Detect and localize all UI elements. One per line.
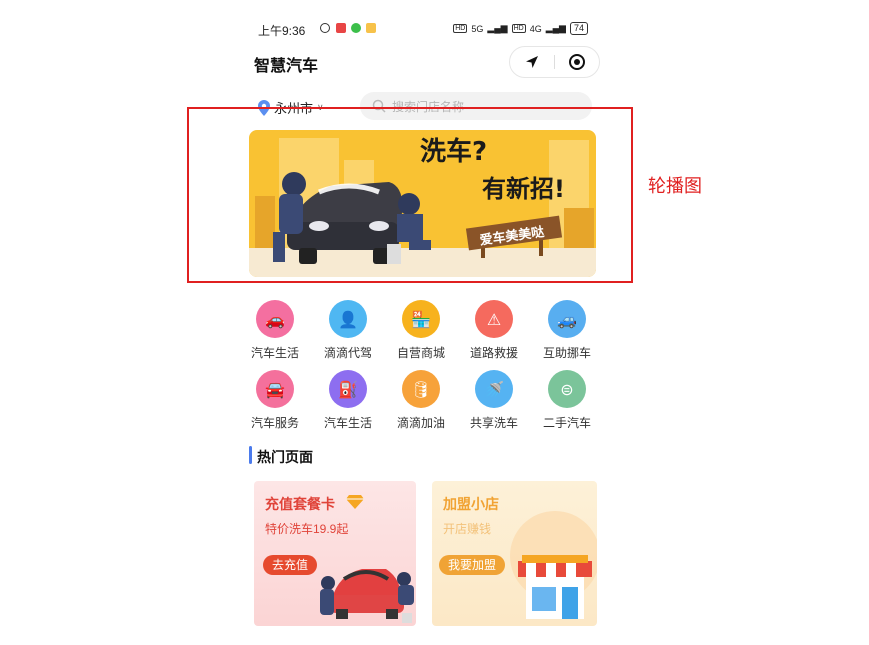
target-icon [569,54,585,70]
section-title: 热门页面 [257,449,313,465]
page-title: 智慧汽车 [254,58,319,75]
recharge-button[interactable]: 去充值 [263,555,318,575]
recharge-card-subtitle: 特价洗车19.9起 [265,522,349,536]
service-item[interactable]: 👤 滴滴代驾 [318,300,378,361]
service-glyph: 🚙 [557,309,577,329]
diamond-icon [346,495,364,509]
service-label: 二手汽车 [542,416,591,430]
service-item[interactable]: 🛢 滴滴加油 [391,370,451,431]
fuel-station-icon: ⛽ [329,370,367,408]
network-label-1: 5G [471,23,484,34]
service-glyph: ⚠ [486,309,502,329]
franchise-button[interactable]: 我要加盟 [439,555,506,575]
alarm-icon [320,23,330,33]
section-accent-bar [249,446,252,464]
service-glyph: 🚗 [265,309,285,329]
recharge-card[interactable]: 充值套餐卡 特价洗车19.9起 去充值 [254,481,416,626]
service-item[interactable]: 🏪 自营商城 [391,300,451,361]
wechat-icon [351,23,361,33]
service-label: 共享洗车 [469,416,518,430]
service-label: 滴滴代驾 [323,346,372,360]
signal-icon-2: ▂▄▆ [545,23,566,33]
service-glyph: ⊜ [560,379,574,399]
service-glyph: 🚿 [484,379,504,399]
service-glyph: ⛽ [338,379,358,399]
navigation-arrow-icon [526,56,538,68]
close-capsule-button[interactable] [555,47,599,77]
carousel-annotation-label: 轮播图 [648,176,702,196]
service-item[interactable]: ⚠ 道路救援 [464,300,524,361]
rescue-icon: ⚠ [475,300,513,338]
network-label-2: 4G [529,23,542,34]
status-time: 上午9:36 [258,24,306,38]
service-item[interactable]: 🚗 汽车生活 [245,300,305,361]
car-wash-icon: 🚿 [475,370,513,408]
mini-program-capsule [509,46,600,78]
driver-icon: 👤 [329,300,367,338]
location-arrow-button[interactable] [510,47,554,77]
service-item[interactable]: ⛽ 汽车生活 [318,370,378,431]
shop-icon: 🏪 [402,300,440,338]
service-glyph: 🚘 [265,379,285,399]
service-label: 互助挪车 [542,346,591,360]
service-glyph: 🛢 [410,379,432,399]
franchise-card-subtitle: 开店赚钱 [443,522,492,536]
notification-icon [336,23,346,33]
hd-icon-2: HD [511,24,526,33]
service-label: 滴滴加油 [396,416,445,430]
signal-icon: ▂▄▆ [487,23,508,33]
service-glyph: 👤 [338,309,358,329]
service-glyph: 🏪 [411,309,431,329]
status-bar: 上午9:36 HD 5G ▂▄▆ HD 4G ▂▄▆ 74 [258,20,588,40]
car-icon: 🚗 [256,300,294,338]
service-label: 自营商城 [396,346,445,360]
franchise-card[interactable]: 加盟小店 开店赚钱 我要加盟 [432,481,597,626]
carousel-annotation-box [187,107,633,283]
recharge-card-title: 充值套餐卡 [265,496,335,512]
hd-icon: HD [453,24,468,33]
message-icon [366,23,376,33]
service-label: 汽车生活 [250,346,299,360]
service-label: 道路救援 [469,346,518,360]
service-item[interactable]: ⊜ 二手汽车 [537,370,597,431]
used-car-icon: ⊜ [548,370,586,408]
car-service-icon: 🚘 [256,370,294,408]
status-right: HD 5G ▂▄▆ HD 4G ▂▄▆ 74 [453,22,588,35]
shop-storefront-icon [518,555,592,619]
franchise-card-title: 加盟小店 [443,496,499,512]
battery-indicator: 74 [569,22,588,35]
service-label: 汽车服务 [250,416,299,430]
move-car-icon: 🚙 [548,300,586,338]
car-wash-workers-illustration [320,569,414,623]
service-label: 汽车生活 [323,416,372,430]
service-item[interactable]: 🚿 共享洗车 [464,370,524,431]
oil-can-icon: 🛢 [402,370,440,408]
service-item[interactable]: 🚙 互助挪车 [537,300,597,361]
service-item[interactable]: 🚘 汽车服务 [245,370,305,431]
